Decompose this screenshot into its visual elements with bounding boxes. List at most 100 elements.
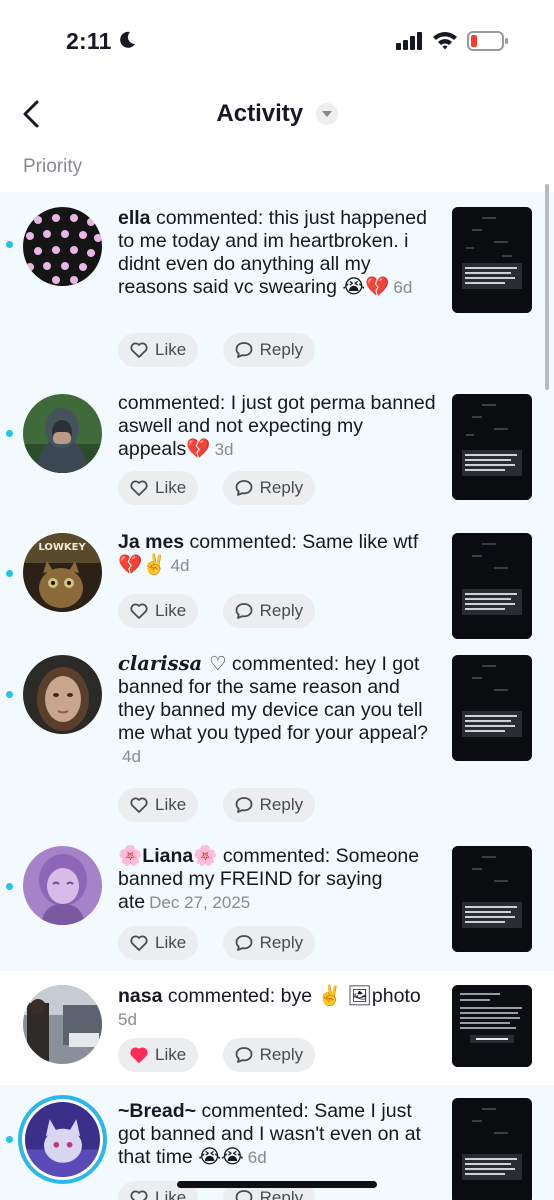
comment-text[interactable]: Ja mes commented: Same like wtf 💔✌️ 4d [118, 531, 436, 577]
header: Activity [0, 88, 554, 140]
like-button[interactable]: Like [118, 333, 199, 367]
like-label: Like [155, 478, 187, 497]
home-indicator[interactable] [177, 1181, 377, 1188]
action-row: Like Reply [118, 471, 335, 505]
video-thumbnail[interactable] [452, 846, 532, 952]
comment-verb: commented: [184, 531, 303, 553]
timestamp: 4d [170, 556, 190, 575]
comment-bubble-icon [235, 1190, 253, 1200]
hooded-person-avatar[interactable] [23, 394, 102, 473]
reply-label: Reply [259, 340, 304, 359]
like-label: Like [155, 933, 187, 952]
username[interactable]: 𝒄𝒍𝒂𝒓𝒊𝒔𝒔𝒂 ♡ [118, 652, 226, 675]
dropdown-caret-icon[interactable] [315, 103, 338, 125]
page-title[interactable]: Activity [216, 100, 303, 128]
like-button[interactable]: Like [118, 471, 199, 505]
username[interactable]: 🌸Liana🌸 [118, 845, 218, 867]
battery-icon [467, 31, 508, 51]
reply-button[interactable]: Reply [222, 594, 316, 628]
timestamp: 6d [247, 1148, 267, 1167]
username[interactable]: ~Bread~ [118, 1100, 196, 1122]
activity-item[interactable]: 🌸Liana🌸 commented: Someone banned my FRE… [0, 834, 554, 971]
comment-verb: commented: [162, 985, 281, 1007]
comment-verb: commented: [196, 1100, 315, 1122]
anime-cat-avatar[interactable] [18, 1095, 107, 1184]
like-button[interactable]: Like [118, 788, 199, 822]
timestamp: 3d [214, 440, 234, 459]
like-label: Like [155, 1188, 187, 1200]
timestamp: 5d [118, 1010, 137, 1029]
like-button[interactable]: Like [118, 594, 199, 628]
activity-item[interactable]: nasa commented: bye ✌️ 🖼photo 5d Like Rep… [0, 971, 554, 1085]
video-thumbnail[interactable] [452, 655, 532, 761]
action-row: Like Reply [118, 926, 335, 960]
comment-text[interactable]: 🌸Liana🌸 commented: Someone banned my FRE… [118, 845, 436, 914]
video-thumbnail[interactable] [452, 394, 532, 500]
username[interactable]: Ja mes [118, 531, 184, 553]
comment-verb: commented: [226, 653, 345, 675]
purple-anime-avatar[interactable] [23, 846, 102, 925]
reply-button[interactable]: Reply [222, 471, 316, 505]
comment-text[interactable]: 𝒄𝒍𝒂𝒓𝒊𝒔𝒔𝒂 ♡ commented: hey I got banned f… [118, 652, 436, 768]
heart-icon [130, 342, 148, 358]
unread-dot [6, 430, 13, 437]
heart-icon [130, 797, 148, 813]
unread-dot [6, 883, 13, 890]
like-button[interactable]: Like [118, 926, 199, 960]
reply-button[interactable]: Reply [222, 333, 316, 367]
video-thumbnail[interactable] [452, 985, 532, 1067]
action-row: Like Reply [118, 788, 335, 822]
username[interactable]: ella [118, 207, 151, 229]
unread-dot [6, 570, 13, 577]
comment-text[interactable]: ~Bread~ commented: Same I just got banne… [118, 1100, 436, 1169]
comment-bubble-icon [235, 1047, 253, 1063]
polka-dot-avatar[interactable] [23, 207, 102, 286]
comment-verb: commented: [150, 207, 269, 229]
girl-portrait-avatar[interactable] [23, 655, 102, 734]
heart-icon [130, 935, 148, 951]
activity-item[interactable]: LOWKEY Ja mes commented: Same like wtf 💔… [0, 520, 554, 642]
reply-label: Reply [259, 933, 304, 952]
scrollbar[interactable] [545, 184, 549, 390]
unread-dot [6, 241, 13, 248]
like-button[interactable]: Like [118, 1038, 199, 1072]
comment-text[interactable]: nasa commented: bye ✌️ 🖼photo 5d [118, 985, 436, 1031]
video-thumbnail[interactable] [452, 533, 532, 639]
reply-button[interactable]: Reply [222, 926, 316, 960]
username[interactable]: nasa [118, 985, 162, 1007]
reply-label: Reply [259, 1045, 304, 1064]
like-label: Like [155, 601, 187, 620]
like-label: Like [155, 340, 187, 359]
street-photo-avatar[interactable] [23, 985, 102, 1064]
timestamp: 6d [393, 278, 413, 297]
comment-bubble-icon [235, 603, 253, 619]
action-row: Like Reply [118, 594, 335, 628]
comment-bubble-icon [235, 797, 253, 813]
heart-icon [130, 1047, 148, 1063]
reply-button[interactable]: Reply [222, 788, 316, 822]
action-row: Like Reply [118, 1038, 335, 1072]
reply-label: Reply [259, 478, 304, 497]
video-thumbnail[interactable] [452, 207, 532, 313]
timestamp: 4d [122, 747, 141, 766]
section-label: Priority [23, 156, 83, 177]
like-label: Like [155, 1045, 187, 1064]
activity-list: ella commented: this just happened to me… [0, 192, 554, 1200]
comment-text[interactable]: commented: I just got perma banned aswel… [118, 392, 436, 461]
reply-button[interactable]: Reply [222, 1038, 316, 1072]
unread-dot [6, 1136, 13, 1143]
activity-item[interactable]: ella commented: this just happened to me… [0, 192, 554, 380]
reply-label: Reply [259, 795, 304, 814]
activity-item[interactable]: 𝒄𝒍𝒂𝒓𝒊𝒔𝒔𝒂 ♡ commented: hey I got banned f… [0, 642, 554, 834]
heart-icon [130, 480, 148, 496]
comment-verb: commented: [118, 392, 231, 414]
comment-text[interactable]: ella commented: this just happened to me… [118, 207, 436, 299]
svg-text:LOWKEY: LOWKEY [38, 542, 86, 553]
cat-lowkey-avatar[interactable]: LOWKEY [23, 533, 102, 612]
comment-body: bye ✌️ 🖼photo [280, 985, 421, 1007]
comment-bubble-icon [235, 342, 253, 358]
activity-item[interactable]: commented: I just got perma banned aswel… [0, 380, 554, 520]
heart-icon [130, 603, 148, 619]
like-label: Like [155, 795, 187, 814]
video-thumbnail[interactable] [452, 1098, 532, 1200]
